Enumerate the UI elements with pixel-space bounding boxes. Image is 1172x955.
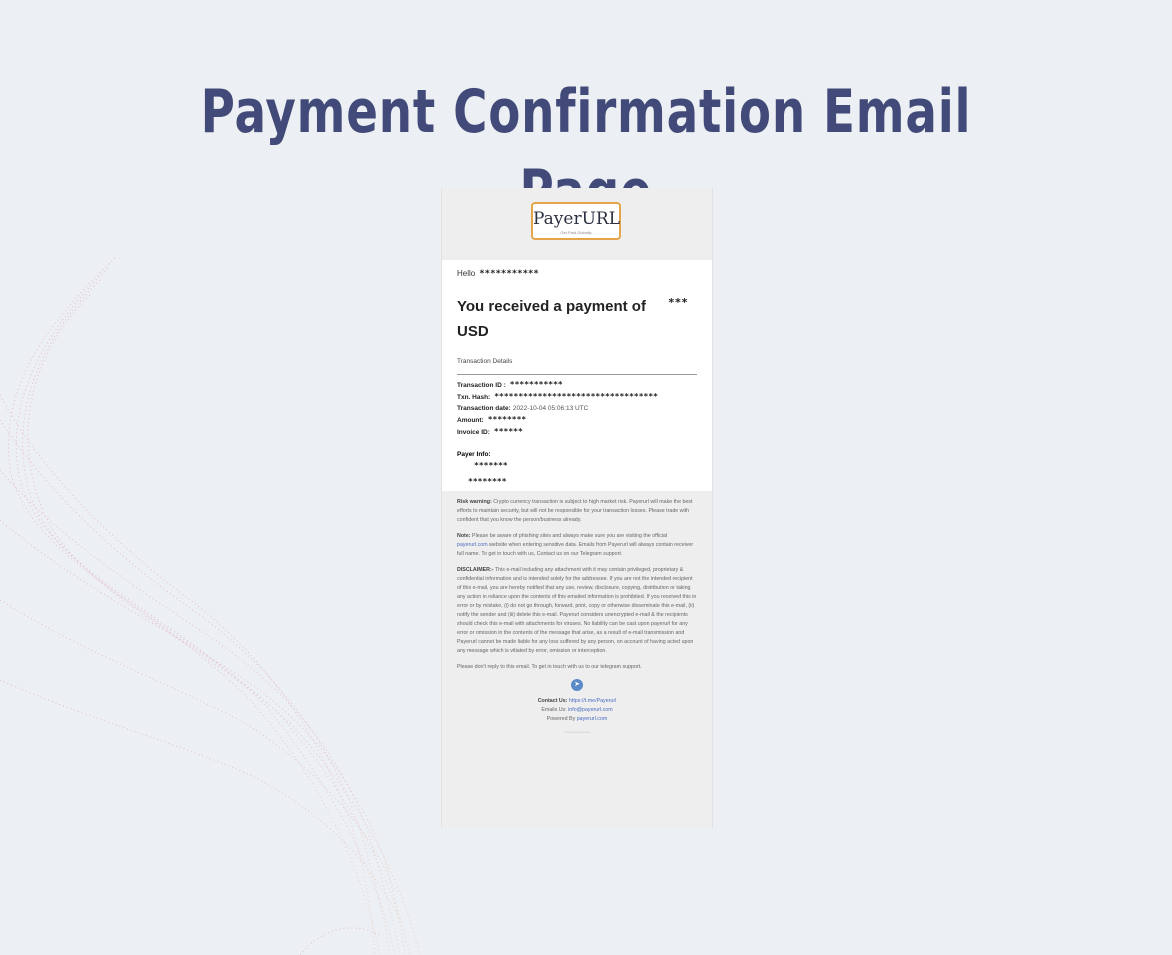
email-line: Emails Us: info@payerurl.com — [457, 706, 697, 715]
payer-email-masked: ******** — [468, 477, 507, 486]
transaction-date-row: Transaction date: 2022-10-04 05:06:13 UTC — [457, 403, 697, 414]
invoice-id-value: ****** — [493, 427, 523, 436]
amount-row: Amount: ******** — [457, 414, 697, 426]
greeting: Hello — [457, 269, 476, 278]
no-reply-notice: Please don't reply to this email. To get… — [457, 664, 642, 670]
contact-link[interactable]: https://t.me/Payerurl — [569, 698, 616, 704]
footer-fine-print: •••••••••••••••••••••••• — [564, 730, 590, 734]
recipient-masked: *********** — [479, 269, 539, 279]
disclaimer: DISCLAIMER:- This e-mail including any a… — [457, 566, 697, 656]
powered-label: Powered By — [546, 716, 576, 722]
amount-value: ******** — [487, 415, 527, 424]
email-header: PayerURL Get Paid Globally — [442, 188, 712, 260]
email-preview: PayerURL Get Paid Globally Hello ********… — [441, 188, 713, 828]
transaction-id-label: Transaction ID : — [457, 382, 506, 389]
divider — [457, 374, 697, 375]
logo-tagline: Get Paid Globally — [560, 230, 592, 235]
email-card: Hello *********** You received a payment … — [442, 260, 712, 491]
payer-name-masked: ******* — [474, 461, 508, 470]
note-link[interactable]: payerurl.com — [457, 542, 488, 548]
transaction-date-label: Transaction date: — [457, 405, 511, 412]
powered-line: Powered By payerurl.com — [457, 715, 697, 724]
headline-text: You received a payment of — [457, 298, 646, 315]
powered-link[interactable]: payerurl.com — [577, 716, 608, 722]
transaction-id-row: Transaction ID : *********** — [457, 379, 697, 391]
disclaimer-label: DISCLAIMER:- — [457, 567, 494, 573]
transaction-details-title: Transaction Details — [457, 358, 513, 365]
risk-warning-text: Crypto currency transaction is subject t… — [457, 499, 693, 523]
transaction-date-value: 2022-10-04 05:06:13 UTC — [512, 405, 589, 412]
payment-headline: You received a payment of *** USD — [457, 294, 697, 344]
email-footer: Risk warning: Crypto currency transactio… — [442, 491, 712, 737]
note-text-2: website when entering sensitive data. Em… — [457, 542, 694, 557]
txn-hash-row: Txn. Hash: ******************************… — [457, 391, 697, 403]
transaction-id-value: *********** — [509, 380, 563, 389]
contact-line: Contact Us: https://t.me/Payerurl — [457, 697, 697, 706]
headline-currency: USD — [457, 323, 489, 340]
invoice-id-label: Invoice ID: — [457, 429, 490, 436]
note-label: Note: — [457, 533, 471, 539]
amount-label: Amount: — [457, 417, 484, 424]
payer-info: Payer Info: ******* ******** — [457, 449, 697, 487]
txn-hash-label: Txn. Hash: — [457, 394, 491, 401]
greeting-line: Hello *********** — [457, 268, 697, 280]
risk-warning-label: Risk warning: — [457, 499, 492, 505]
headline-amount-masked: *** — [668, 296, 688, 309]
risk-warning: Risk warning: Crypto currency transactio… — [457, 498, 697, 525]
email-link[interactable]: info@payerurl.com — [568, 707, 613, 713]
disclaimer-text: This e-mail including any attachment wit… — [457, 567, 697, 654]
logo-text: PayerURL — [533, 209, 621, 229]
contact-label: Contact Us: — [537, 698, 568, 704]
payer-info-label: Payer Info: — [457, 451, 491, 458]
invoice-id-row: Invoice ID: ****** — [457, 426, 697, 438]
note-text-1: Please be aware of phishing sites and al… — [472, 533, 668, 539]
txn-hash-value: ********************************** — [494, 392, 658, 401]
note: Note: Please be aware of phishing sites … — [457, 532, 697, 559]
email-label: Emails Us: — [541, 707, 567, 713]
telegram-icon[interactable]: ➤ — [571, 679, 583, 691]
payerurl-logo: PayerURL Get Paid Globally — [531, 202, 621, 240]
